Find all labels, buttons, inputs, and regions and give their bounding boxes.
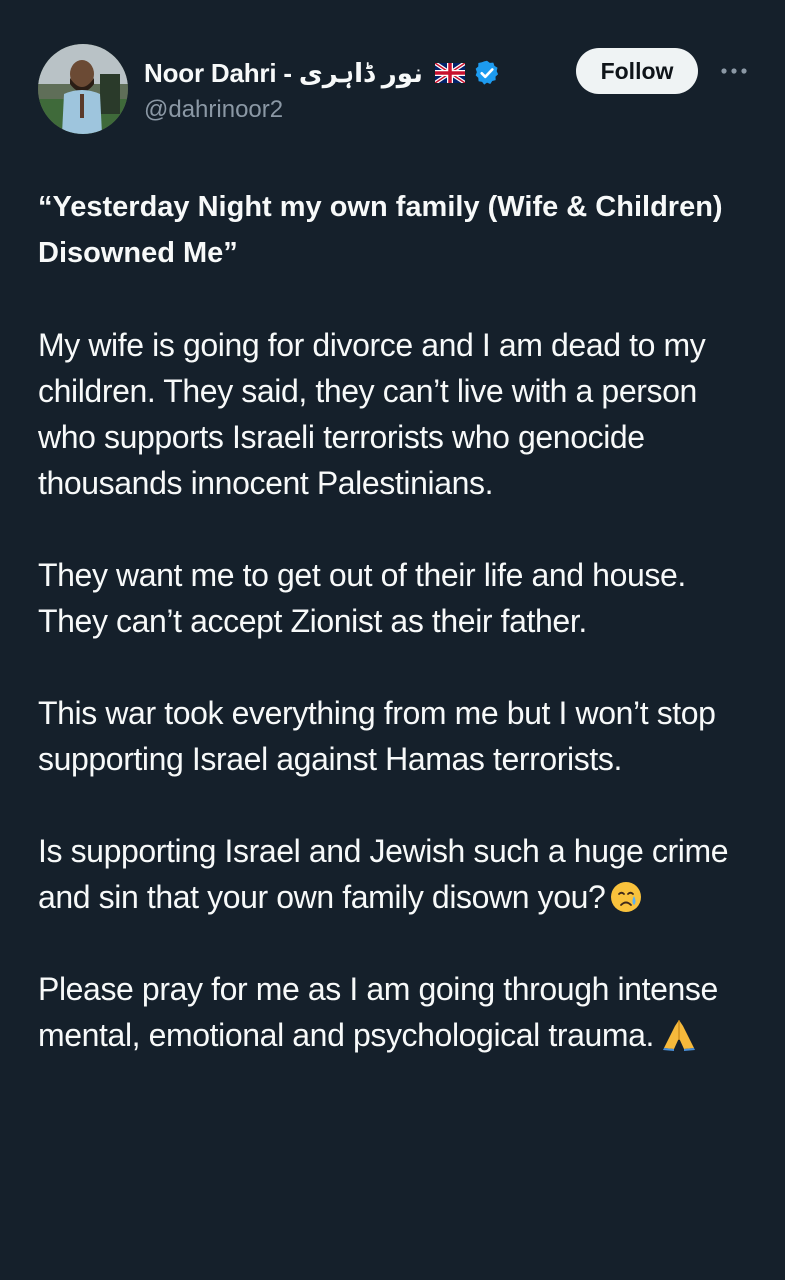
follow-button[interactable]: Follow [576,48,698,94]
tweet: Noor Dahri - نور ڈاہری @dahrinoor2 Follo… [0,0,785,1280]
tweet-text: “Yesterday Night my own family (Wife & C… [38,184,748,1104]
tweet-headline: “Yesterday Night my own family (Wife & C… [38,191,723,269]
crying-face-emoji [609,880,643,914]
tweet-header: Noor Dahri - نور ڈاہری @dahrinoor2 Follo… [38,44,750,134]
display-name[interactable]: Noor Dahri - نور ڈاہری [144,58,423,89]
tweet-paragraph: My wife is going for divorce and I am de… [38,327,706,501]
tweet-paragraph-with-emoji: Is supporting Israel and Jewish such a h… [38,828,748,920]
folded-hands-emoji [660,1016,698,1052]
tweet-paragraph-text: Please pray for me as I am going through… [38,971,718,1053]
avatar[interactable] [38,44,128,134]
tweet-paragraph: They want me to get out of their life an… [38,557,686,639]
uk-flag-icon [433,61,466,85]
user-handle[interactable]: @dahrinoor2 [144,96,283,124]
more-horizontal-icon[interactable] [716,58,752,84]
tweet-paragraph: This war took everything from me but I w… [38,695,716,777]
avatar-image [38,44,128,134]
verified-badge-icon [473,59,501,87]
name-row: Noor Dahri - نور ڈاہری [144,56,501,90]
tweet-paragraph-with-emoji: Please pray for me as I am going through… [38,966,748,1058]
